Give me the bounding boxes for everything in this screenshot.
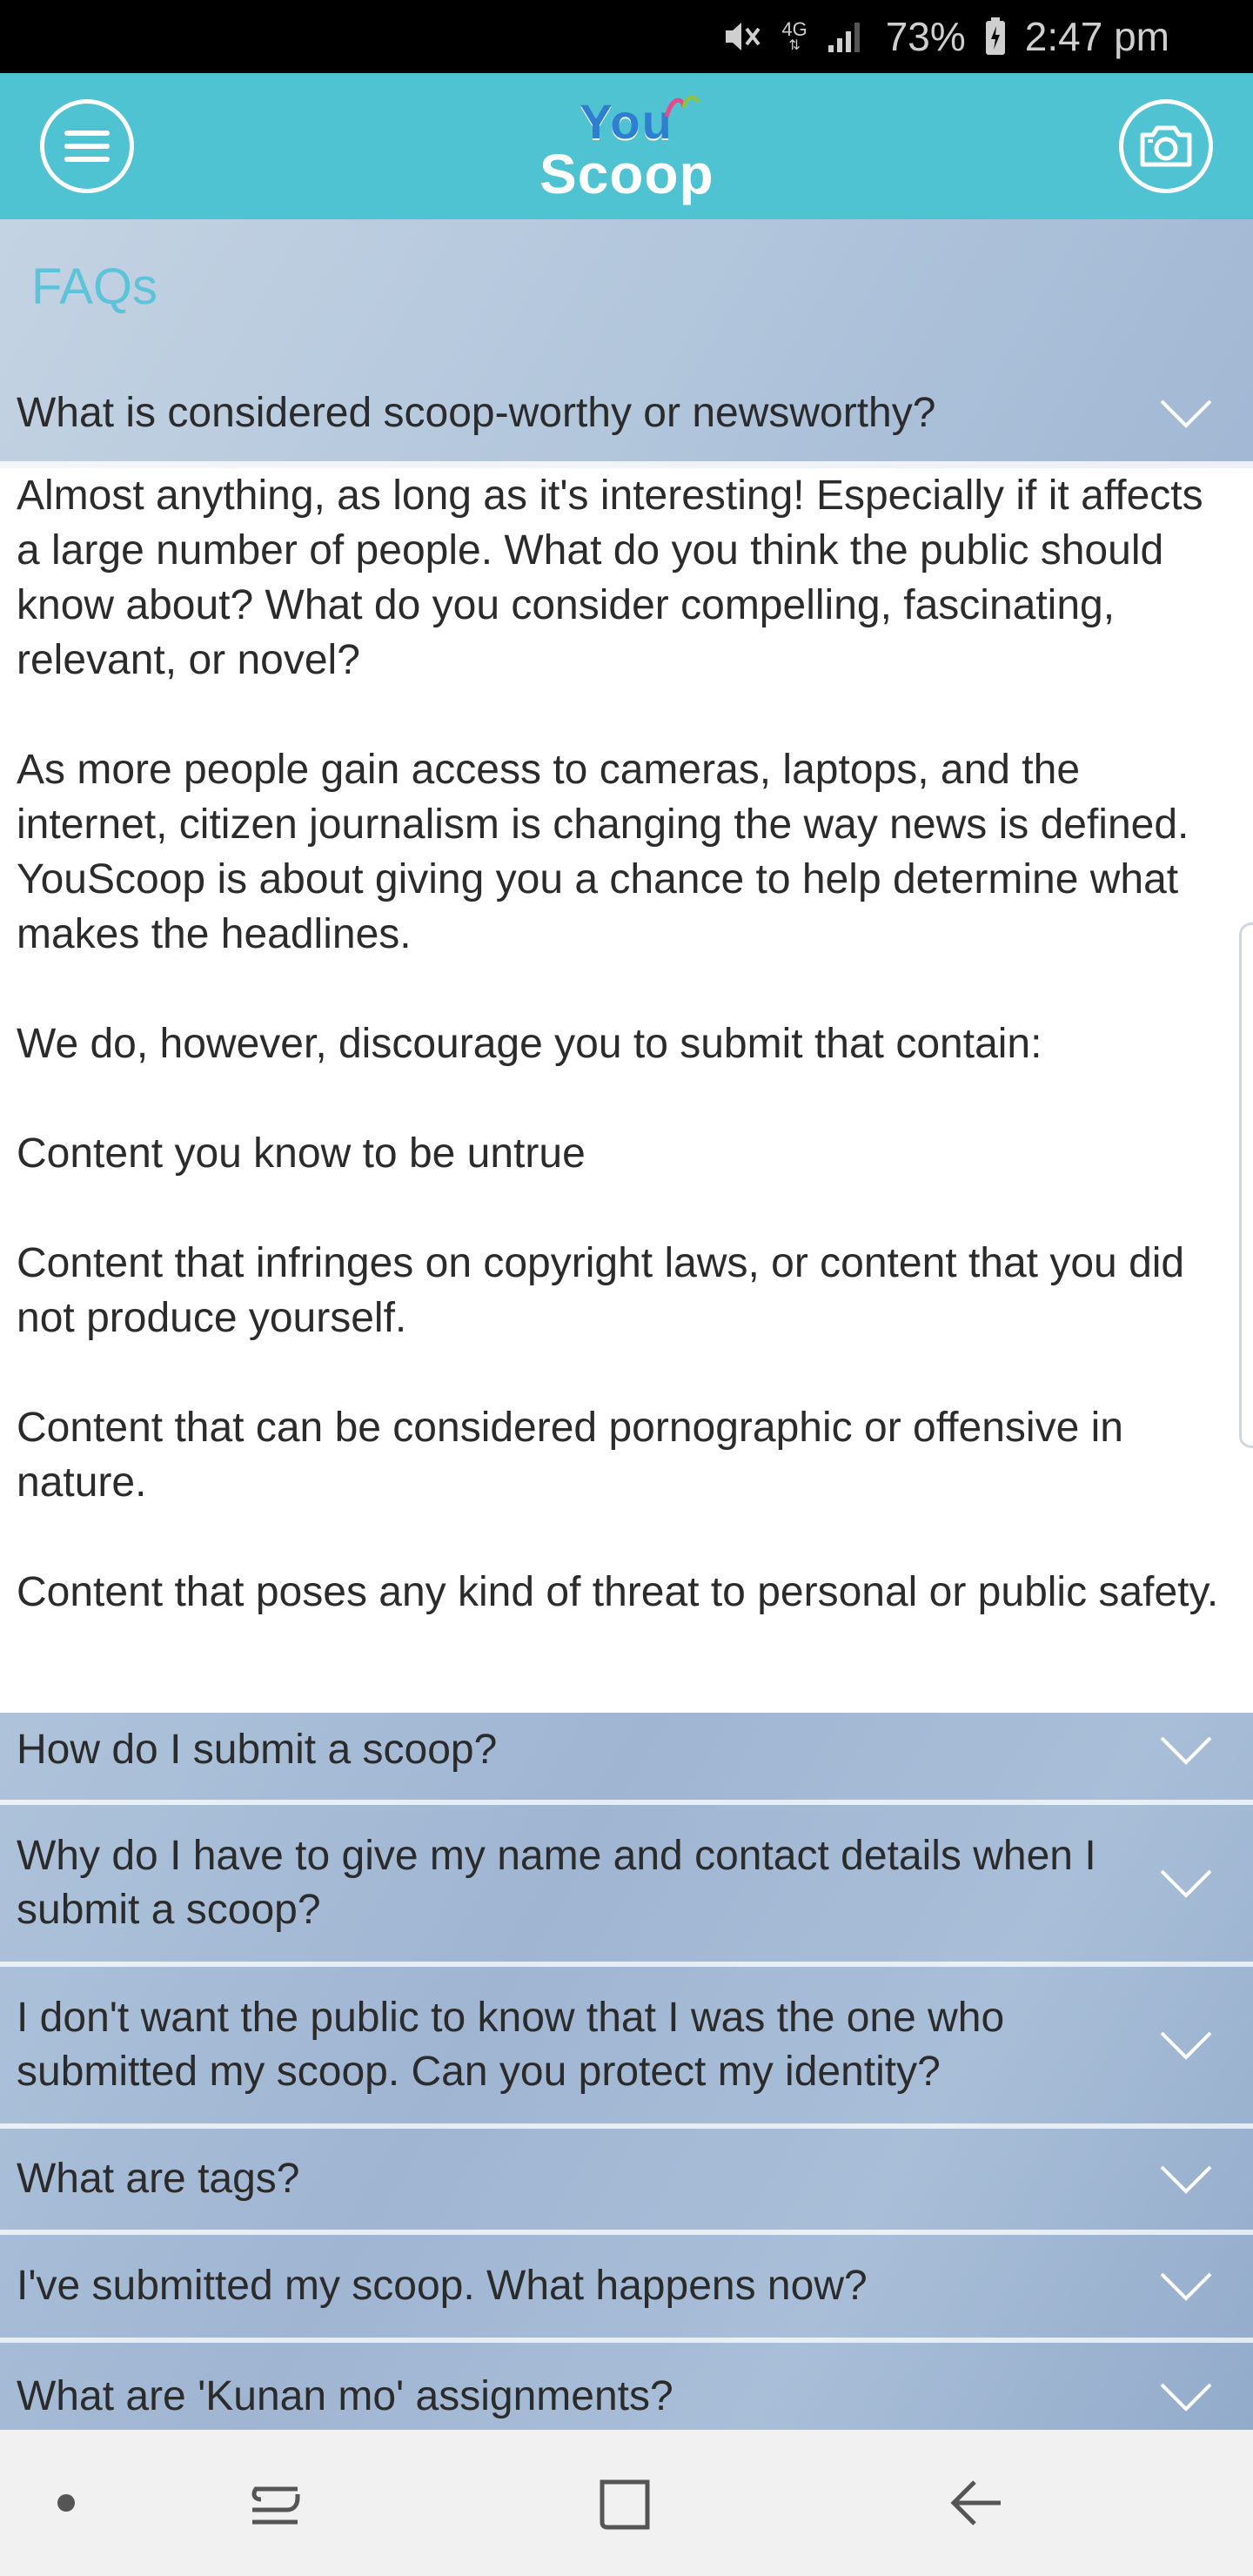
app-logo: You Scoop [539,91,714,204]
back-button[interactable] [941,2468,1011,2538]
back-icon [950,2480,1001,2526]
clock: 2:47 pm [1024,14,1169,59]
battery-percent: 73% [885,14,966,59]
network-label: 4G [781,18,807,40]
faq-question-label: I don't want the public to know that I w… [17,1995,1005,2095]
chevron-down-icon [1160,399,1212,428]
menu-button[interactable] [40,99,134,193]
chevron-down-icon [1160,1869,1212,1898]
menu-icon [64,131,110,162]
system-nav-bar [0,2430,1253,2576]
answer-paragraph: Content that poses any kind of threat to… [17,1569,1219,1615]
app-header: You Scoop [0,73,1253,219]
faq-question-label: What are tags? [17,2156,300,2202]
scrollbar[interactable] [1239,922,1253,1448]
page-title: FAQs [31,258,158,315]
network-4g-icon: 4G ⇅ [781,18,807,53]
answer-paragraph: We do, however, discourage you to submit… [17,1021,1042,1067]
faq-question[interactable]: I don't want the public to know that I w… [0,1967,1253,2129]
faq-question[interactable]: I've submitted my scoop. What happens no… [0,2235,1253,2343]
chevron-down-icon [1160,2031,1212,2060]
faq-question[interactable]: Why do I have to give my name and contac… [0,1805,1253,1967]
battery-icon [985,17,1006,56]
camera-icon [1140,125,1192,167]
chevron-down-icon [1160,2383,1212,2412]
mute-icon [722,18,762,55]
status-bar: 4G ⇅ 73% 2:47 pm [0,0,1253,73]
faq-question[interactable]: What are tags? [0,2129,1253,2235]
faq-section: FAQs What is considered scoop-worthy or … [0,219,1253,2430]
faq-question-label: How do I submit a scoop? [17,1727,498,1773]
faq-question-label: What are 'Kunan mo' assignments? [17,2373,673,2419]
faq-question-label: I've submitted my scoop. What happens no… [17,2263,868,2309]
chevron-down-icon [1160,2272,1212,2301]
logo-swirl-icon [664,95,700,117]
answer-paragraph: Almost anything, as long as it's interes… [17,473,1203,683]
home-button[interactable] [592,2468,661,2538]
camera-button[interactable] [1119,99,1213,193]
faq-question-expanded[interactable]: What is considered scoop-worthy or newsw… [0,366,1253,468]
answer-paragraph: Content that can be considered pornograp… [17,1405,1123,1506]
nav-dot-button[interactable] [31,2468,101,2538]
home-icon [600,2479,650,2530]
answer-paragraph: Content you know to be untrue [17,1130,586,1177]
faq-question[interactable]: What are 'Kunan mo' assignments? [0,2343,1253,2430]
logo-scoop: Scoop [539,143,714,205]
faq-question-label: Why do I have to give my name and contac… [17,1833,1096,1933]
answer-paragraph: As more people gain access to cameras, l… [17,747,1189,957]
faq-question-label: What is considered scoop-worthy or newsw… [17,390,936,436]
faq-answer: Almost anything, as long as it's interes… [0,468,1253,1713]
recents-icon [251,2486,300,2525]
signal-icon [827,19,867,54]
chevron-down-icon [1160,1736,1212,1765]
answer-paragraph: Content that infringes on copyright laws… [17,1240,1185,1341]
recents-button[interactable] [240,2468,310,2538]
chevron-down-icon [1160,2165,1212,2194]
faq-question[interactable]: How do I submit a scoop? [0,1701,1253,1805]
dot-icon [57,2494,75,2512]
